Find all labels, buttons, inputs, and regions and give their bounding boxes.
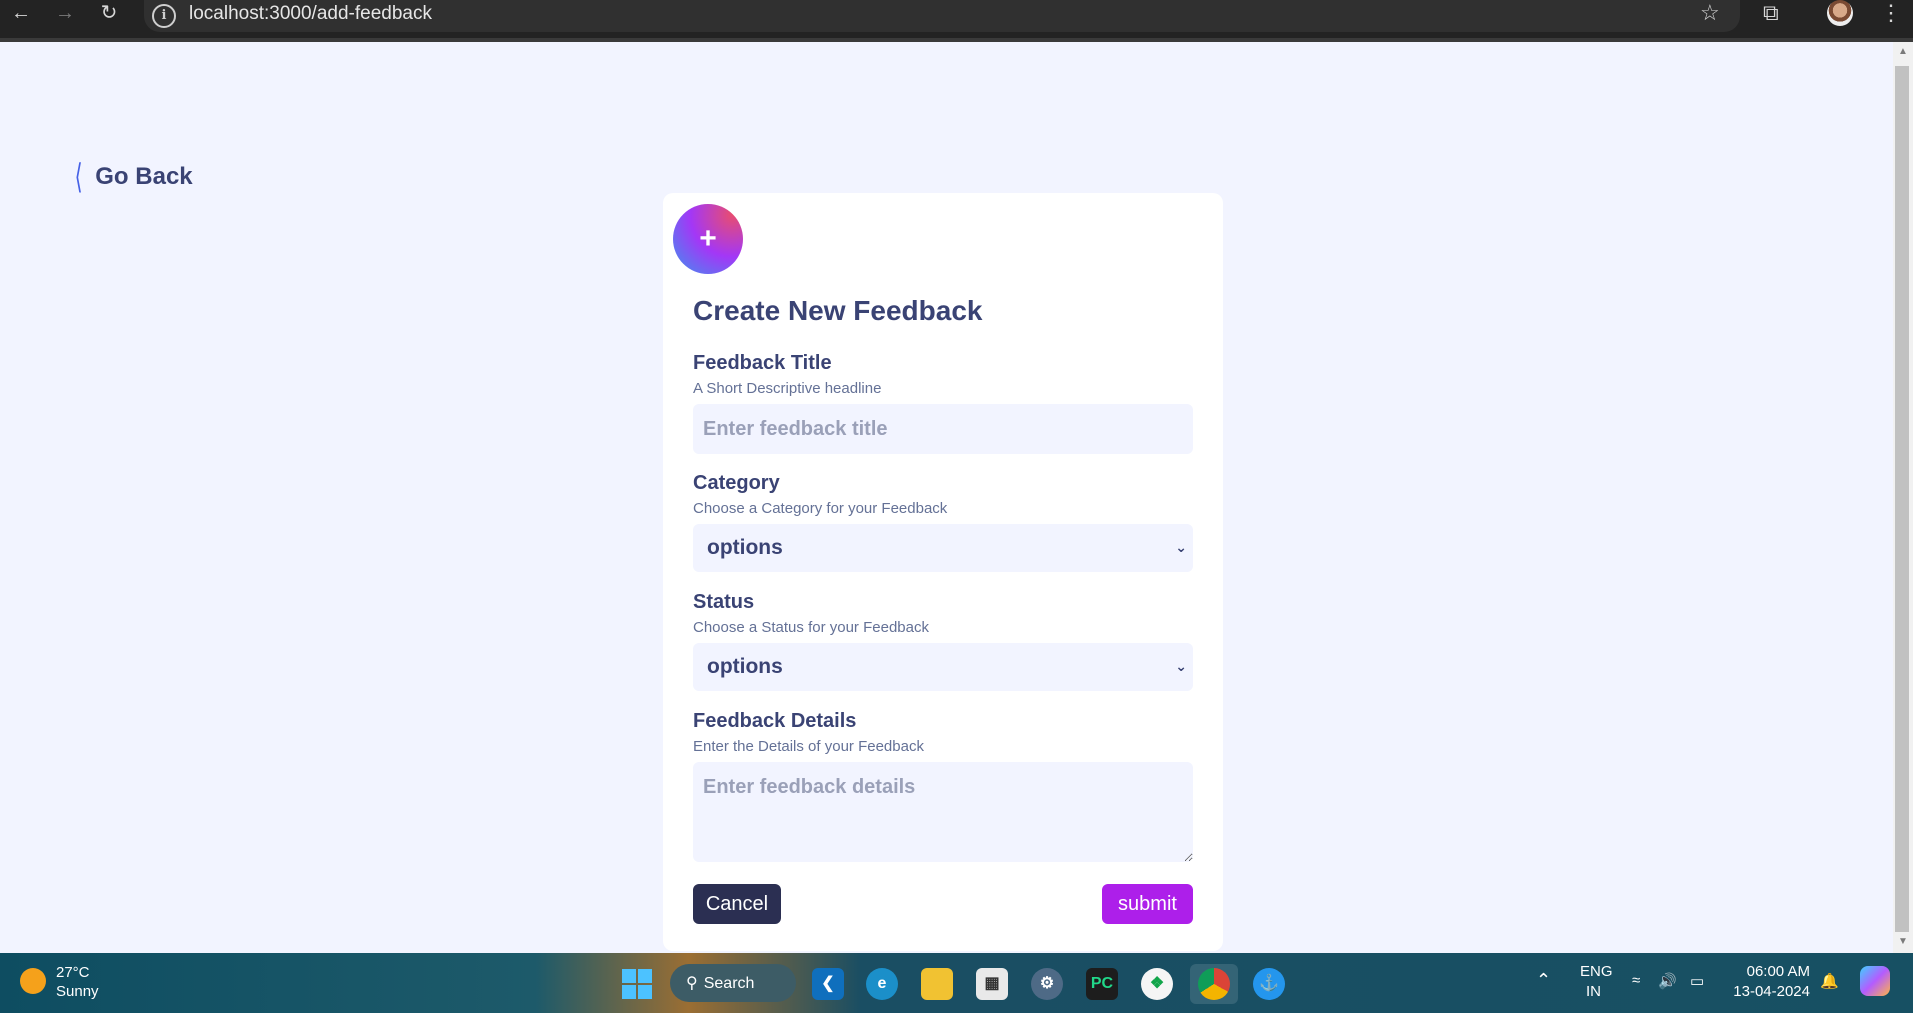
arrow-left-icon[interactable]: ← [8, 0, 34, 26]
chevron-down-icon: ⌄ [1175, 659, 1187, 675]
taskbar [0, 953, 1913, 1013]
search-label: Search [703, 975, 755, 992]
submit-button[interactable]: submit [1102, 884, 1193, 924]
docker-icon[interactable]: ⚓ [1253, 968, 1285, 1000]
profile-avatar[interactable] [1827, 0, 1853, 26]
status-select[interactable]: options ⌄ [693, 643, 1193, 691]
category-selected-value: options [707, 536, 783, 559]
store-icon[interactable]: ▦ [976, 968, 1008, 1000]
category-field-hint: Choose a Category for your Feedback [693, 500, 948, 517]
form-title: Create New Feedback [693, 295, 983, 326]
extensions-icon[interactable]: ⧉ [1763, 0, 1779, 26]
title-field-label: Feedback Title [693, 352, 832, 374]
language-primary[interactable]: ENG [1580, 963, 1613, 980]
search-icon: ⚲ [686, 973, 698, 992]
vscode-icon[interactable]: ❮ [812, 968, 844, 1000]
file-explorer-icon[interactable] [921, 968, 953, 1000]
status-field-hint: Choose a Status for your Feedback [693, 619, 929, 636]
reload-icon[interactable]: ↻ [96, 0, 122, 26]
bookmark-star-icon[interactable]: ☆ [1700, 0, 1720, 26]
details-field-label: Feedback Details [693, 710, 857, 732]
chevron-down-icon: ⌄ [1175, 540, 1187, 556]
battery-icon[interactable]: ▭ [1690, 972, 1704, 990]
taskbar-search[interactable]: ⚲ Search [670, 964, 796, 1002]
go-back-label: Go Back [95, 163, 193, 190]
url-text[interactable]: localhost:3000/add-feedback [189, 2, 432, 26]
more-menu-icon[interactable]: ⋮ [1880, 0, 1902, 26]
windows-start-icon[interactable] [622, 969, 652, 999]
sun-icon[interactable] [20, 968, 46, 994]
edge-icon[interactable]: e [866, 968, 898, 1000]
copilot-icon[interactable] [1860, 966, 1890, 996]
details-field-hint: Enter the Details of your Feedback [693, 738, 924, 755]
volume-icon[interactable]: 🔊 [1658, 972, 1677, 990]
mongodb-icon[interactable]: ❖ [1141, 968, 1173, 1000]
arrow-right-icon[interactable]: → [52, 0, 78, 26]
weather-condition[interactable]: Sunny [56, 983, 99, 1000]
scrollbar-thumb[interactable] [1895, 66, 1909, 932]
wifi-icon[interactable]: ≈ [1632, 972, 1640, 989]
status-selected-value: options [707, 655, 783, 678]
scroll-up-icon[interactable]: ▲ [1897, 46, 1909, 57]
plus-icon: + [673, 204, 743, 274]
status-field-label: Status [693, 591, 755, 613]
pycharm-icon[interactable]: PC [1086, 968, 1118, 1000]
language-secondary[interactable]: IN [1586, 983, 1601, 1000]
weather-temperature[interactable]: 27°C [56, 964, 90, 981]
go-back-link[interactable]: ⟨ Go Back [72, 160, 193, 194]
feedback-details-textarea[interactable] [693, 762, 1193, 862]
category-select[interactable]: options ⌄ [693, 524, 1193, 572]
notification-bell-icon[interactable]: 🔔 [1820, 972, 1839, 990]
chevron-up-icon[interactable]: ⌃ [1536, 970, 1551, 991]
settings-gear-icon[interactable]: ⚙ [1031, 968, 1063, 1000]
title-field-hint: A Short Descriptive headline [693, 380, 882, 397]
scroll-down-icon[interactable]: ▼ [1897, 936, 1909, 947]
toolbar-divider [0, 38, 1913, 42]
feedback-title-input[interactable] [693, 404, 1193, 454]
category-field-label: Category [693, 472, 780, 494]
cancel-button[interactable]: Cancel [693, 884, 781, 924]
chevron-left-icon: ⟨ [74, 157, 83, 197]
clock-time[interactable]: 06:00 AM [1744, 963, 1810, 980]
info-icon[interactable]: i [152, 4, 176, 28]
chrome-icon[interactable] [1198, 968, 1230, 1000]
clock-date[interactable]: 13-04-2024 [1730, 983, 1810, 1000]
